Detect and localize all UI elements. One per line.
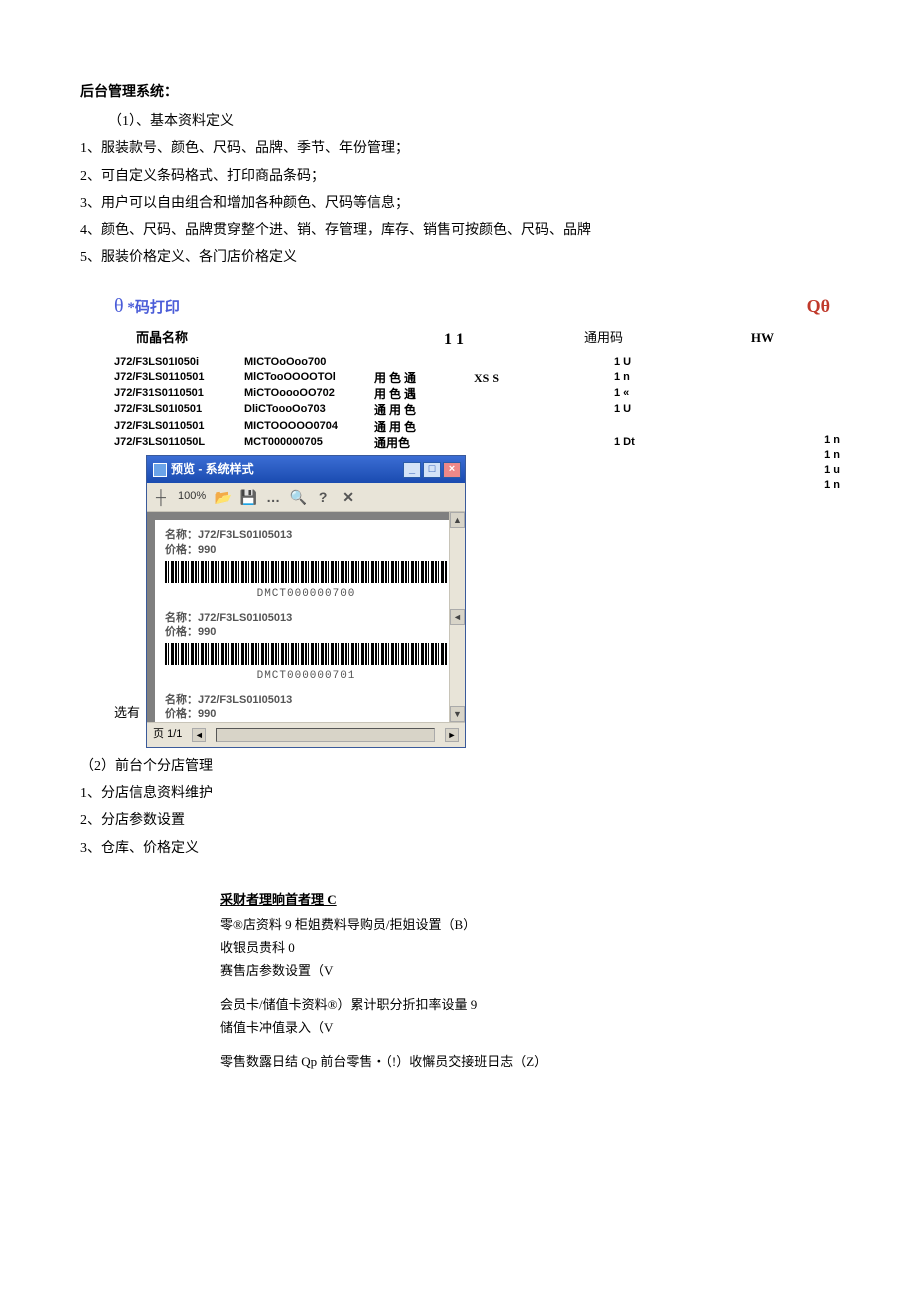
- menu-heading: 采财者理晌首者理 C: [220, 889, 720, 911]
- table-row: J72/F3LS01I0501DliCToooOo703通 用 色1 U: [114, 402, 840, 418]
- print-title: θ *码打印: [114, 288, 180, 324]
- table-row: J72/F31S0110501MiCTOoooOO702用 色 遇1 «: [114, 386, 840, 402]
- bullet-4: 4、颜色、尺码、品牌贯穿整个进、销、存管理，库存、销售可按颜色、尺码、品牌: [80, 218, 840, 243]
- right-numbers: 1 n 1 n 1 u 1 n: [824, 433, 840, 492]
- app-icon: [153, 463, 167, 477]
- menu-item[interactable]: 赛售店参数设置（V: [220, 960, 720, 982]
- window-titlebar[interactable]: 预览 - 系统样式 _ □ ×: [147, 456, 465, 484]
- barcode-icon: [165, 561, 447, 583]
- menu-item[interactable]: 会员卡/储值卡资料®）累计职分折扣率设量 9: [220, 994, 720, 1016]
- print-icon[interactable]: …: [265, 489, 281, 505]
- preview-window: 预览 - 系统样式 _ □ × ┼ 100% 📂 💾 … 🔍 ? ✕: [146, 455, 466, 748]
- save-icon[interactable]: 💾: [240, 489, 256, 505]
- section2-title: （2）前台个分店管理: [80, 754, 840, 779]
- preview-page: 名称：J72/F3LS01I05013 价格：990 DMCT000000700…: [155, 520, 457, 722]
- item-price: 价格：990: [165, 625, 447, 639]
- menu-item[interactable]: 零售数露日结 Qp 前台零售・（!）收懈员交接班日志（Z）: [220, 1051, 720, 1073]
- barcode-icon: [165, 643, 447, 665]
- help-icon[interactable]: ?: [315, 489, 331, 505]
- barcode-print-section: θ *码打印 Qθ 而晶名称 1 1 通用码 HW J72/F3LS01I050…: [114, 288, 840, 748]
- open-icon[interactable]: 📂: [215, 489, 231, 505]
- item-price: 价格：990: [165, 707, 447, 721]
- bullet-3: 3、用户可以自由组合和增加各种颜色、尺码等信息；: [80, 191, 840, 216]
- bullet-1: 1、服装款号、颜色、尺码、品牌、季节、年份管理；: [80, 136, 840, 161]
- find-icon[interactable]: 🔍: [290, 489, 306, 505]
- bullet-5: 5、服装价格定义、各门店价格定义: [80, 245, 840, 270]
- section-2: （2）前台个分店管理 1、分店信息资料维护 2、分店参数设置 3、仓库、价格定义: [80, 754, 840, 861]
- statusbar: 页 1/1 ◄ ►: [147, 722, 465, 747]
- col-name: 而晶名称: [114, 326, 324, 355]
- intro-item: （1）、基本资料定义: [80, 109, 840, 134]
- select-all-label: 选有: [114, 701, 140, 724]
- section2-item: 2、分店参数设置: [80, 808, 840, 833]
- barcode-text: DMCT000000700: [165, 585, 447, 605]
- window-title: 预览 - 系统样式: [171, 459, 254, 481]
- toolbar: ┼ 100% 📂 💾 … 🔍 ? ✕: [147, 483, 465, 512]
- data-rows: J72/F3LS01I050iMICTOoOoo7001 U J72/F3LS0…: [114, 355, 840, 451]
- menu-item[interactable]: 收银员贵科 0: [220, 937, 720, 959]
- column-header-row: 而晶名称 1 1 通用码 HW: [114, 326, 840, 355]
- item-price: 价格：990: [165, 543, 447, 557]
- scroll-up-icon[interactable]: ▲: [450, 512, 465, 528]
- page-indicator: 页 1/1: [153, 725, 182, 745]
- col-hw: HW: [684, 326, 774, 355]
- barcode-text: DMCT000000701: [165, 667, 447, 687]
- scrollbar-vertical[interactable]: ▲ ◄ ▼: [449, 512, 465, 722]
- preview-content: 名称：J72/F3LS01I05013 价格：990 DMCT000000700…: [147, 512, 465, 722]
- item-name: 名称：J72/F3LS01I05013: [165, 693, 447, 707]
- section2-item: 1、分店信息资料维护: [80, 781, 840, 806]
- section2-item: 3、仓库、价格定义: [80, 836, 840, 861]
- table-row: J72/F3LS0110501MICTOOOOO0704通 用 色: [114, 419, 840, 435]
- scroll-right-icon[interactable]: ►: [445, 728, 459, 742]
- scroll-half-icon[interactable]: ◄: [450, 609, 465, 625]
- menu-item[interactable]: 储值卡冲值录入（V: [220, 1017, 720, 1039]
- scrollbar-horizontal[interactable]: [216, 728, 435, 742]
- q-theta: Qθ: [807, 290, 830, 322]
- scroll-left-icon[interactable]: ◄: [192, 728, 206, 742]
- close-icon[interactable]: ✕: [340, 489, 356, 505]
- menu-block: 采财者理晌首者理 C 零®店资料 9 柜姐费料导购员/拒姐设置（B） 收银员贵科…: [220, 889, 720, 1074]
- table-row: J72/F3LS0110501MlCTooOOOOTOl用 色 通XS S1 n: [114, 370, 840, 386]
- maximize-button[interactable]: □: [423, 462, 441, 478]
- minimize-button[interactable]: _: [403, 462, 421, 478]
- close-button[interactable]: ×: [443, 462, 461, 478]
- table-row: J72/F3LS011050LMCT000000705通用色1 Dt: [114, 435, 840, 451]
- pan-icon[interactable]: ┼: [153, 489, 169, 505]
- menu-item[interactable]: 零®店资料 9 柜姐费料导购员/拒姐设置（B）: [220, 914, 720, 936]
- col-tym: 通用码: [584, 326, 684, 355]
- main-heading: 后台管理系统：: [80, 80, 840, 105]
- table-row: J72/F3LS01I050iMICTOoOoo7001 U: [114, 355, 840, 370]
- bullet-2: 2、可自定义条码格式、打印商品条码；: [80, 164, 840, 189]
- item-name: 名称：J72/F3LS01I05013: [165, 528, 447, 542]
- scroll-down-icon[interactable]: ▼: [450, 706, 465, 722]
- item-name: 名称：J72/F3LS01I05013: [165, 611, 447, 625]
- zoom-label: 100%: [178, 487, 206, 507]
- col-eleven: 1 1: [444, 326, 584, 355]
